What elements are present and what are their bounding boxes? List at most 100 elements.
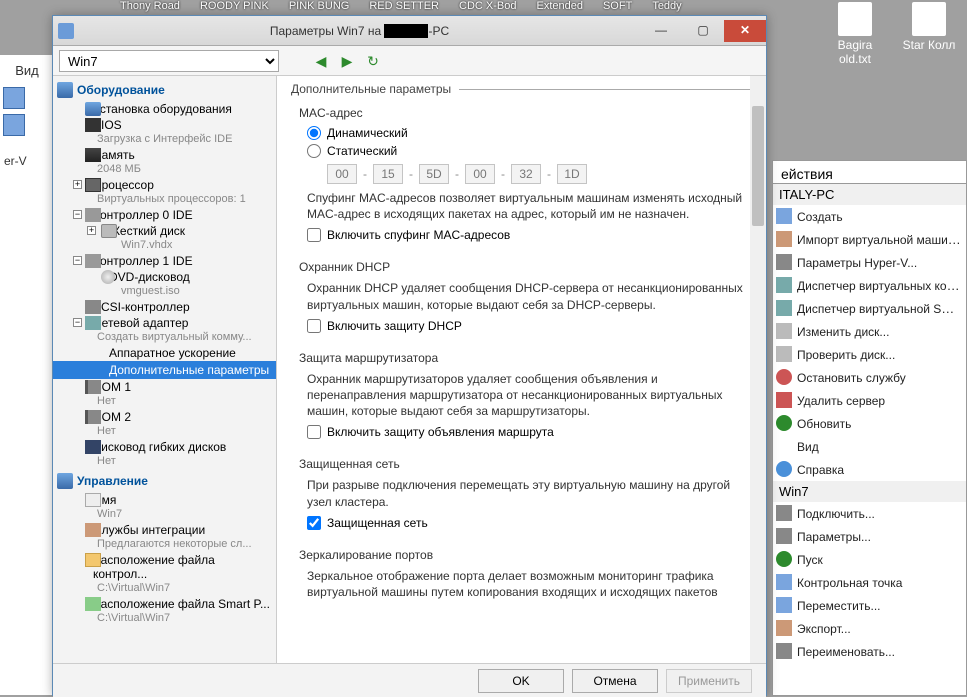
tree-network-adapter[interactable]: −Сетевой адаптер (53, 315, 276, 331)
action-stop-service[interactable]: Остановить службу (773, 366, 966, 389)
action-virtual-san-mgr[interactable]: Диспетчер виртуальной SAN... (773, 297, 966, 320)
next-button[interactable]: ▶ (337, 51, 357, 71)
desktop-top-labels: Thony Road ROODY PINK PINK BUNG RED SETT… (0, 0, 967, 15)
desktop-right-icons: Bagira old.txt Star Колл (827, 2, 957, 66)
router-checkbox[interactable]: Включить защиту объявления маршрута (307, 425, 748, 439)
close-button[interactable]: ✕ (724, 20, 766, 42)
tree-com1[interactable]: COM 1 (53, 379, 276, 395)
action-virtual-switch-mgr[interactable]: Диспетчер виртуальных коммут (773, 274, 966, 297)
tree-scsi[interactable]: SCSI-контроллер (53, 299, 276, 315)
expand-icon[interactable]: + (73, 180, 82, 189)
tree-dvd-sub: vmguest.iso (53, 285, 276, 299)
mac-group-title: MAC-адрес (299, 106, 748, 120)
bios-icon (85, 118, 101, 132)
collapse-icon[interactable]: − (73, 210, 82, 219)
tree-smartpaging-location[interactable]: Расположение файла Smart P... (53, 596, 276, 612)
view-menu[interactable]: Вид (0, 55, 54, 84)
tree-bios[interactable]: BIOS (53, 117, 276, 133)
action-import-vm[interactable]: Импорт виртуальной машины... (773, 228, 966, 251)
action-create[interactable]: Создать (773, 205, 966, 228)
mac-byte-input[interactable]: 32 (511, 164, 541, 184)
collapse-icon[interactable]: − (73, 318, 82, 327)
tree-checkpoint-sub: C:\Virtual\Win7 (53, 582, 276, 596)
tree-ide0[interactable]: −Контроллер 0 IDE (53, 207, 276, 223)
mac-byte-input[interactable]: 5D (419, 164, 449, 184)
mac-byte-input[interactable]: 1D (557, 164, 587, 184)
action-edit-disk[interactable]: Изменить диск... (773, 320, 966, 343)
tree-name[interactable]: Имя (53, 492, 276, 508)
hyperv-manager-left: Вид er-V (0, 55, 55, 695)
actions-host-header: ITALY-PC (773, 184, 966, 205)
cancel-button[interactable]: Отмена (572, 669, 658, 693)
dvd-icon (101, 270, 115, 284)
smart-icon (85, 597, 101, 611)
mirror-group-title: Зеркалирование портов (299, 548, 748, 562)
action-inspect-disk[interactable]: Проверить диск... (773, 343, 966, 366)
desktop-file-icon[interactable]: Bagira old.txt (827, 2, 883, 66)
mac-byte-input[interactable]: 00 (327, 164, 357, 184)
mac-dynamic-radio[interactable]: Динамический (307, 126, 748, 140)
action-help[interactable]: Справка (773, 458, 966, 481)
mac-static-radio[interactable]: Статический (307, 144, 748, 158)
content-scrollbar[interactable] (750, 76, 766, 663)
toolbar-icon[interactable] (3, 114, 25, 136)
dialog-titlebar[interactable]: Параметры Win7 на -PC — ▢ ✕ (53, 16, 766, 46)
minimize-button[interactable]: — (640, 20, 682, 42)
cpu-icon (85, 178, 101, 192)
mac-spoof-checkbox[interactable]: Включить спуфинг MAC-адресов (307, 228, 748, 242)
apply-button[interactable]: Применить (666, 669, 752, 693)
action-rename[interactable]: Переименовать... (773, 640, 966, 663)
tree-memory[interactable]: Память (53, 147, 276, 163)
hdd-icon (101, 224, 117, 238)
action-hyperv-settings[interactable]: Параметры Hyper-V... (773, 251, 966, 274)
tree-checkpoint-location[interactable]: Расположение файла контрол... (53, 552, 276, 582)
mac-spoof-description: Спуфинг MAC-адресов позволяет виртуальны… (307, 190, 748, 222)
tree-install-hardware[interactable]: Установка оборудования (53, 101, 276, 117)
action-export[interactable]: Экспорт... (773, 617, 966, 640)
action-refresh[interactable]: Обновить (773, 412, 966, 435)
nic-icon (85, 316, 101, 330)
action-connect[interactable]: Подключить... (773, 502, 966, 525)
tree-hw-acceleration[interactable]: Аппаратное ускорение (53, 345, 276, 361)
refresh-button[interactable]: ↻ (363, 51, 383, 71)
expand-icon[interactable]: + (87, 226, 96, 235)
ide-icon (85, 254, 101, 268)
tree-integration-services[interactable]: Службы интеграции (53, 522, 276, 538)
scrollbar-thumb[interactable] (752, 106, 764, 226)
tree-services-sub: Предлагаются некоторые сл... (53, 538, 276, 552)
tree-floppy[interactable]: Дисковод гибких дисков (53, 439, 276, 455)
floppy-icon (85, 440, 101, 454)
action-move[interactable]: Переместить... (773, 594, 966, 617)
name-icon (85, 493, 101, 507)
collapse-icon[interactable]: − (73, 256, 82, 265)
com-icon (85, 380, 101, 394)
dhcp-checkbox[interactable]: Включить защиту DHCP (307, 319, 748, 333)
action-checkpoint[interactable]: Контрольная точка (773, 571, 966, 594)
tree-node-hyperv[interactable]: er-V (0, 142, 54, 180)
desktop-file-icon[interactable]: Star Колл (901, 2, 957, 66)
redacted-hostname (384, 24, 428, 38)
mac-byte-input[interactable]: 00 (465, 164, 495, 184)
protected-checkbox[interactable]: Защищенная сеть (307, 516, 748, 530)
toolbar-icon[interactable] (3, 87, 25, 109)
category-management: Управление (53, 469, 276, 492)
tree-dvd[interactable]: DVD-дисковод (53, 269, 276, 285)
dialog-icon (58, 23, 74, 39)
action-view[interactable]: Вид (773, 435, 966, 458)
maximize-button[interactable]: ▢ (682, 20, 724, 42)
ok-button[interactable]: OK (478, 669, 564, 693)
mac-byte-input[interactable]: 15 (373, 164, 403, 184)
tree-hdd[interactable]: +Жесткий диск (53, 223, 276, 239)
tree-name-sub: Win7 (53, 508, 276, 522)
tree-advanced-params[interactable]: Дополнительные параметры (53, 361, 276, 379)
action-start[interactable]: Пуск (773, 548, 966, 571)
tree-cpu[interactable]: +Процессор (53, 177, 276, 193)
settings-tree[interactable]: Оборудование Установка оборудования BIOS… (53, 76, 277, 663)
prev-button[interactable]: ◀ (311, 51, 331, 71)
action-settings[interactable]: Параметры... (773, 525, 966, 548)
action-remove-server[interactable]: Удалить сервер (773, 389, 966, 412)
scsi-icon (85, 300, 101, 314)
vm-selector[interactable]: Win7 (59, 50, 279, 72)
tree-ide1[interactable]: −Контроллер 1 IDE (53, 253, 276, 269)
tree-com2[interactable]: COM 2 (53, 409, 276, 425)
